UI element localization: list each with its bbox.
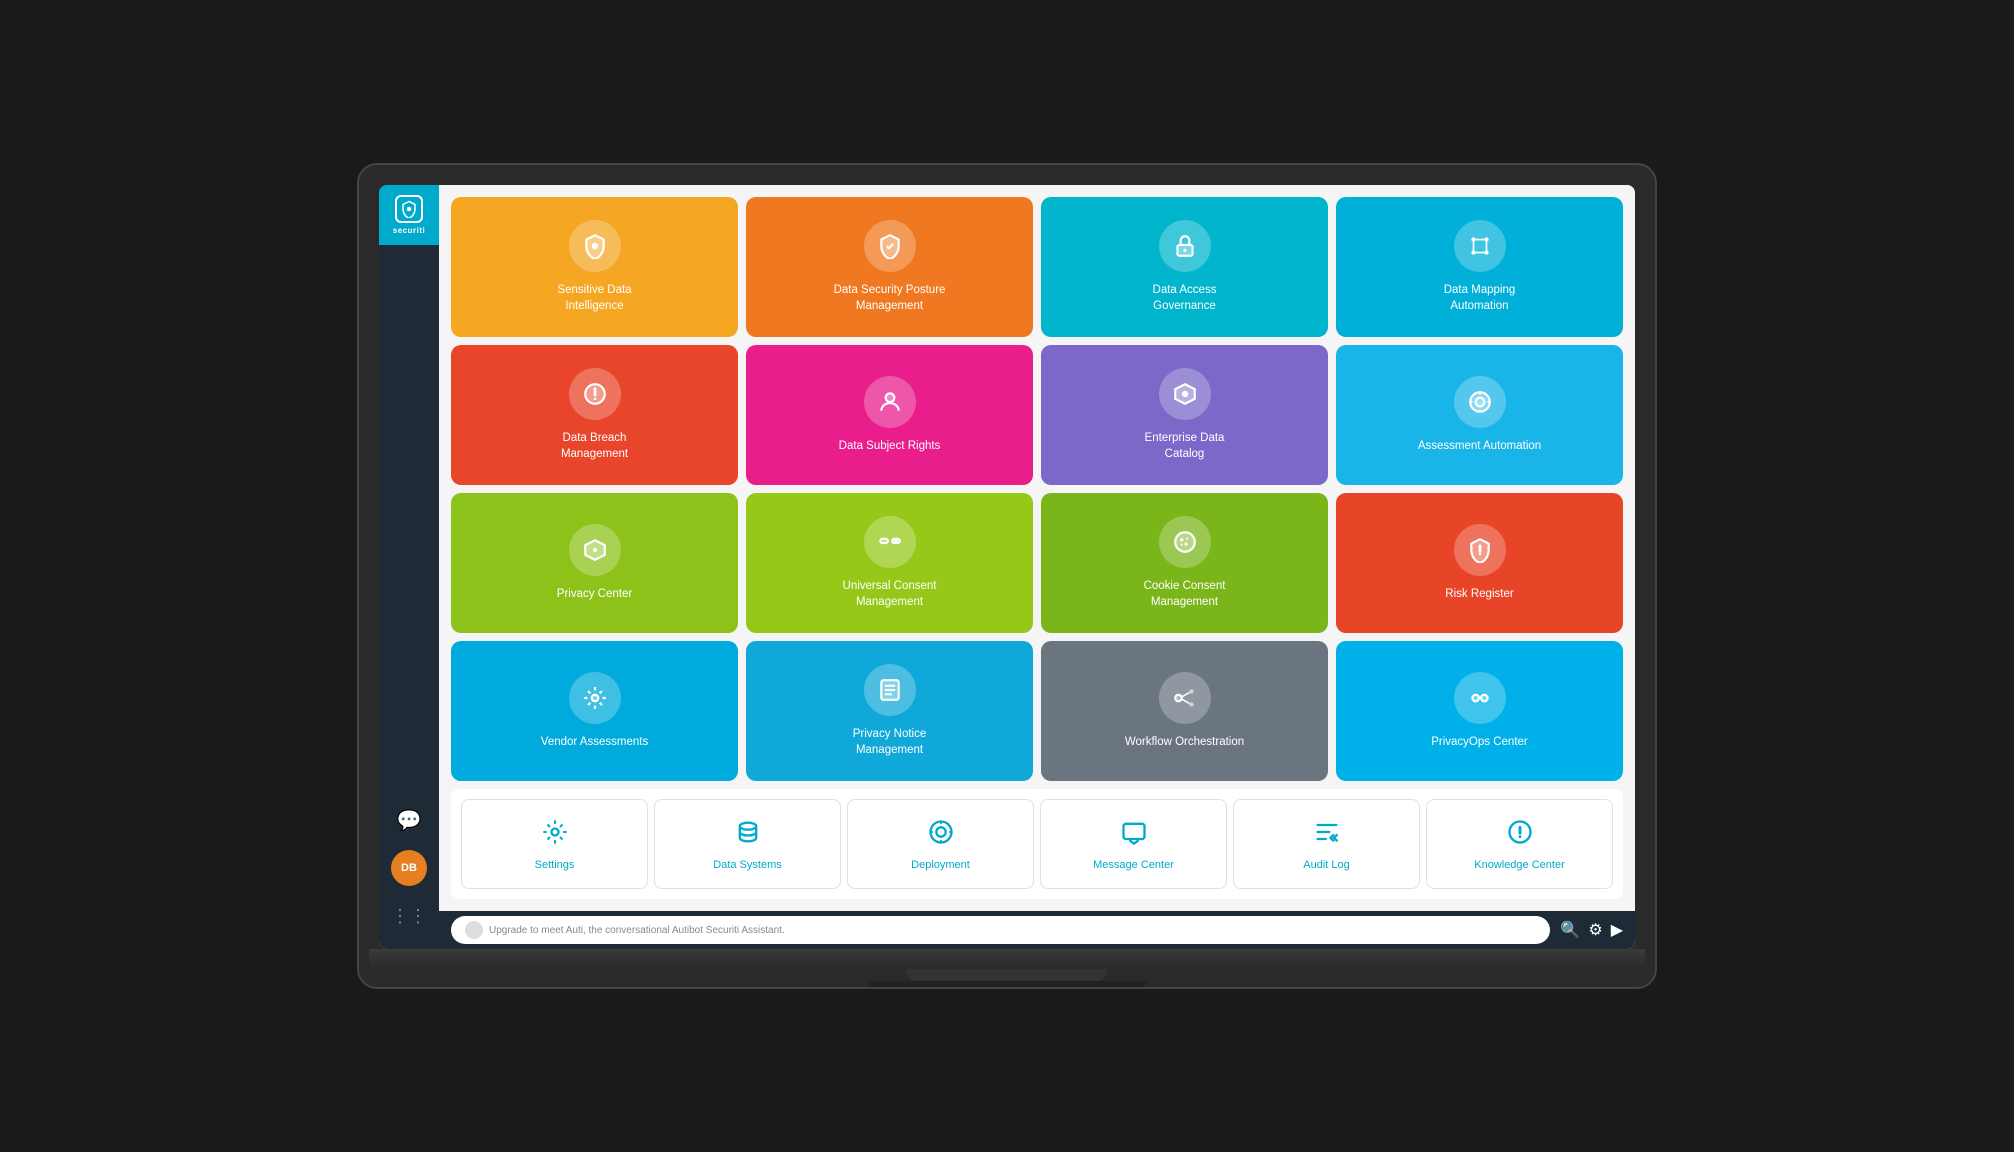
- filter-icon[interactable]: ⚙: [1588, 920, 1602, 940]
- laptop-foot: [867, 981, 1147, 987]
- workflow-orchestration-label: Workflow Orchestration: [1125, 734, 1244, 750]
- chat-bubble-icon: [465, 921, 483, 939]
- footer-icons: 🔍 ⚙ ▶: [1560, 920, 1623, 940]
- data-systems-label: Data Systems: [713, 859, 781, 871]
- risk-register-label: Risk Register: [1445, 586, 1513, 602]
- tile-data-mapping[interactable]: Data MappingAutomation: [1336, 197, 1623, 337]
- message-center-icon: [1120, 818, 1148, 853]
- grid-area: Sensitive DataIntelligence Data Security…: [439, 185, 1635, 911]
- risk-register-icon: [1454, 524, 1506, 576]
- vendor-assessments-label: Vendor Assessments: [541, 734, 648, 750]
- enterprise-data-catalog-icon: [1159, 368, 1211, 420]
- tile-enterprise-data-catalog[interactable]: Enterprise DataCatalog: [1041, 345, 1328, 485]
- data-security-posture-label: Data Security PostureManagement: [834, 282, 946, 314]
- enterprise-data-catalog-label: Enterprise DataCatalog: [1145, 430, 1225, 462]
- tile-data-breach[interactable]: Data BreachManagement: [451, 345, 738, 485]
- workflow-orchestration-icon: [1159, 672, 1211, 724]
- privacy-center-icon: [569, 524, 621, 576]
- knowledge-center-icon: [1506, 818, 1534, 853]
- sidebar-bottom: 💬 DB ⋮⋮: [391, 802, 427, 949]
- search-icon[interactable]: 🔍: [1560, 920, 1580, 940]
- user-avatar[interactable]: DB: [391, 850, 427, 886]
- sensitive-data-label: Sensitive DataIntelligence: [557, 282, 631, 314]
- main-content: Sensitive DataIntelligence Data Security…: [439, 185, 1635, 949]
- settings-label: Settings: [535, 859, 575, 871]
- logo-icon: [395, 195, 423, 223]
- tile-workflow-orchestration[interactable]: Workflow Orchestration: [1041, 641, 1328, 781]
- data-subject-rights-label: Data Subject Rights: [839, 438, 941, 454]
- tiles-grid: Sensitive DataIntelligence Data Security…: [451, 197, 1623, 781]
- data-access-governance-label: Data AccessGovernance: [1153, 282, 1217, 314]
- assessment-automation-icon: [1454, 376, 1506, 428]
- tile-data-access-governance[interactable]: Data AccessGovernance: [1041, 197, 1328, 337]
- footer-chat[interactable]: Upgrade to meet Auti, the conversational…: [451, 916, 1550, 944]
- laptop-stand: [907, 969, 1107, 981]
- settings-icon: [541, 818, 569, 853]
- cookie-consent-label: Cookie ConsentManagement: [1144, 578, 1226, 610]
- data-breach-icon: [569, 368, 621, 420]
- audit-log-label: Audit Log: [1303, 859, 1349, 871]
- tile-sensitive-data[interactable]: Sensitive DataIntelligence: [451, 197, 738, 337]
- laptop-base: [369, 949, 1645, 969]
- bottom-tiles: Settings Data Systems Deployment Message…: [451, 789, 1623, 899]
- bottom-tile-settings[interactable]: Settings: [461, 799, 648, 889]
- laptop-screen: securiti 💬 DB ⋮⋮ Sensitive DataIntellige…: [379, 185, 1635, 949]
- tile-privacy-notice[interactable]: Privacy NoticeManagement: [746, 641, 1033, 781]
- tile-assessment-automation[interactable]: Assessment Automation: [1336, 345, 1623, 485]
- privacyops-center-icon: [1454, 672, 1506, 724]
- chat-icon[interactable]: 💬: [391, 802, 427, 838]
- bottom-tile-audit-log[interactable]: Audit Log: [1233, 799, 1420, 889]
- knowledge-center-label: Knowledge Center: [1474, 859, 1565, 871]
- data-security-posture-icon: [864, 220, 916, 272]
- vendor-assessments-icon: [569, 672, 621, 724]
- deployment-label: Deployment: [911, 859, 970, 871]
- tile-privacyops-center[interactable]: PrivacyOps Center: [1336, 641, 1623, 781]
- logo-text: securiti: [393, 226, 425, 235]
- privacy-center-label: Privacy Center: [557, 586, 632, 602]
- tile-data-subject-rights[interactable]: Data Subject Rights: [746, 345, 1033, 485]
- audit-log-icon: [1313, 818, 1341, 853]
- bottom-tile-knowledge-center[interactable]: Knowledge Center: [1426, 799, 1613, 889]
- footer-chat-text: Upgrade to meet Auti, the conversational…: [489, 925, 785, 936]
- bottom-tile-data-systems[interactable]: Data Systems: [654, 799, 841, 889]
- assessment-automation-label: Assessment Automation: [1418, 438, 1541, 454]
- data-subject-rights-icon: [864, 376, 916, 428]
- universal-consent-label: Universal ConsentManagement: [843, 578, 937, 610]
- tile-universal-consent[interactable]: Universal ConsentManagement: [746, 493, 1033, 633]
- sidebar-logo[interactable]: securiti: [379, 185, 439, 245]
- tile-data-security-posture[interactable]: Data Security PostureManagement: [746, 197, 1033, 337]
- data-access-governance-icon: [1159, 220, 1211, 272]
- bottom-grid: Settings Data Systems Deployment Message…: [461, 799, 1613, 889]
- tile-risk-register[interactable]: Risk Register: [1336, 493, 1623, 633]
- laptop-frame: securiti 💬 DB ⋮⋮ Sensitive DataIntellige…: [357, 163, 1657, 989]
- privacyops-center-label: PrivacyOps Center: [1431, 734, 1528, 750]
- privacy-notice-label: Privacy NoticeManagement: [853, 726, 927, 758]
- data-systems-icon: [734, 818, 762, 853]
- bottom-tile-deployment[interactable]: Deployment: [847, 799, 1034, 889]
- tile-privacy-center[interactable]: Privacy Center: [451, 493, 738, 633]
- sidebar: securiti 💬 DB ⋮⋮: [379, 185, 439, 949]
- footer-bar: Upgrade to meet Auti, the conversational…: [439, 911, 1635, 949]
- privacy-notice-icon: [864, 664, 916, 716]
- play-icon[interactable]: ▶: [1611, 920, 1623, 940]
- app-container: securiti 💬 DB ⋮⋮ Sensitive DataIntellige…: [379, 185, 1635, 949]
- message-center-label: Message Center: [1093, 859, 1174, 871]
- sensitive-data-icon: [569, 220, 621, 272]
- data-breach-label: Data BreachManagement: [561, 430, 628, 462]
- deployment-icon: [927, 818, 955, 853]
- data-mapping-icon: [1454, 220, 1506, 272]
- bottom-tile-message-center[interactable]: Message Center: [1040, 799, 1227, 889]
- apps-icon[interactable]: ⋮⋮: [391, 898, 427, 934]
- tile-cookie-consent[interactable]: Cookie ConsentManagement: [1041, 493, 1328, 633]
- tile-vendor-assessments[interactable]: Vendor Assessments: [451, 641, 738, 781]
- data-mapping-label: Data MappingAutomation: [1444, 282, 1516, 314]
- universal-consent-icon: [864, 516, 916, 568]
- cookie-consent-icon: [1159, 516, 1211, 568]
